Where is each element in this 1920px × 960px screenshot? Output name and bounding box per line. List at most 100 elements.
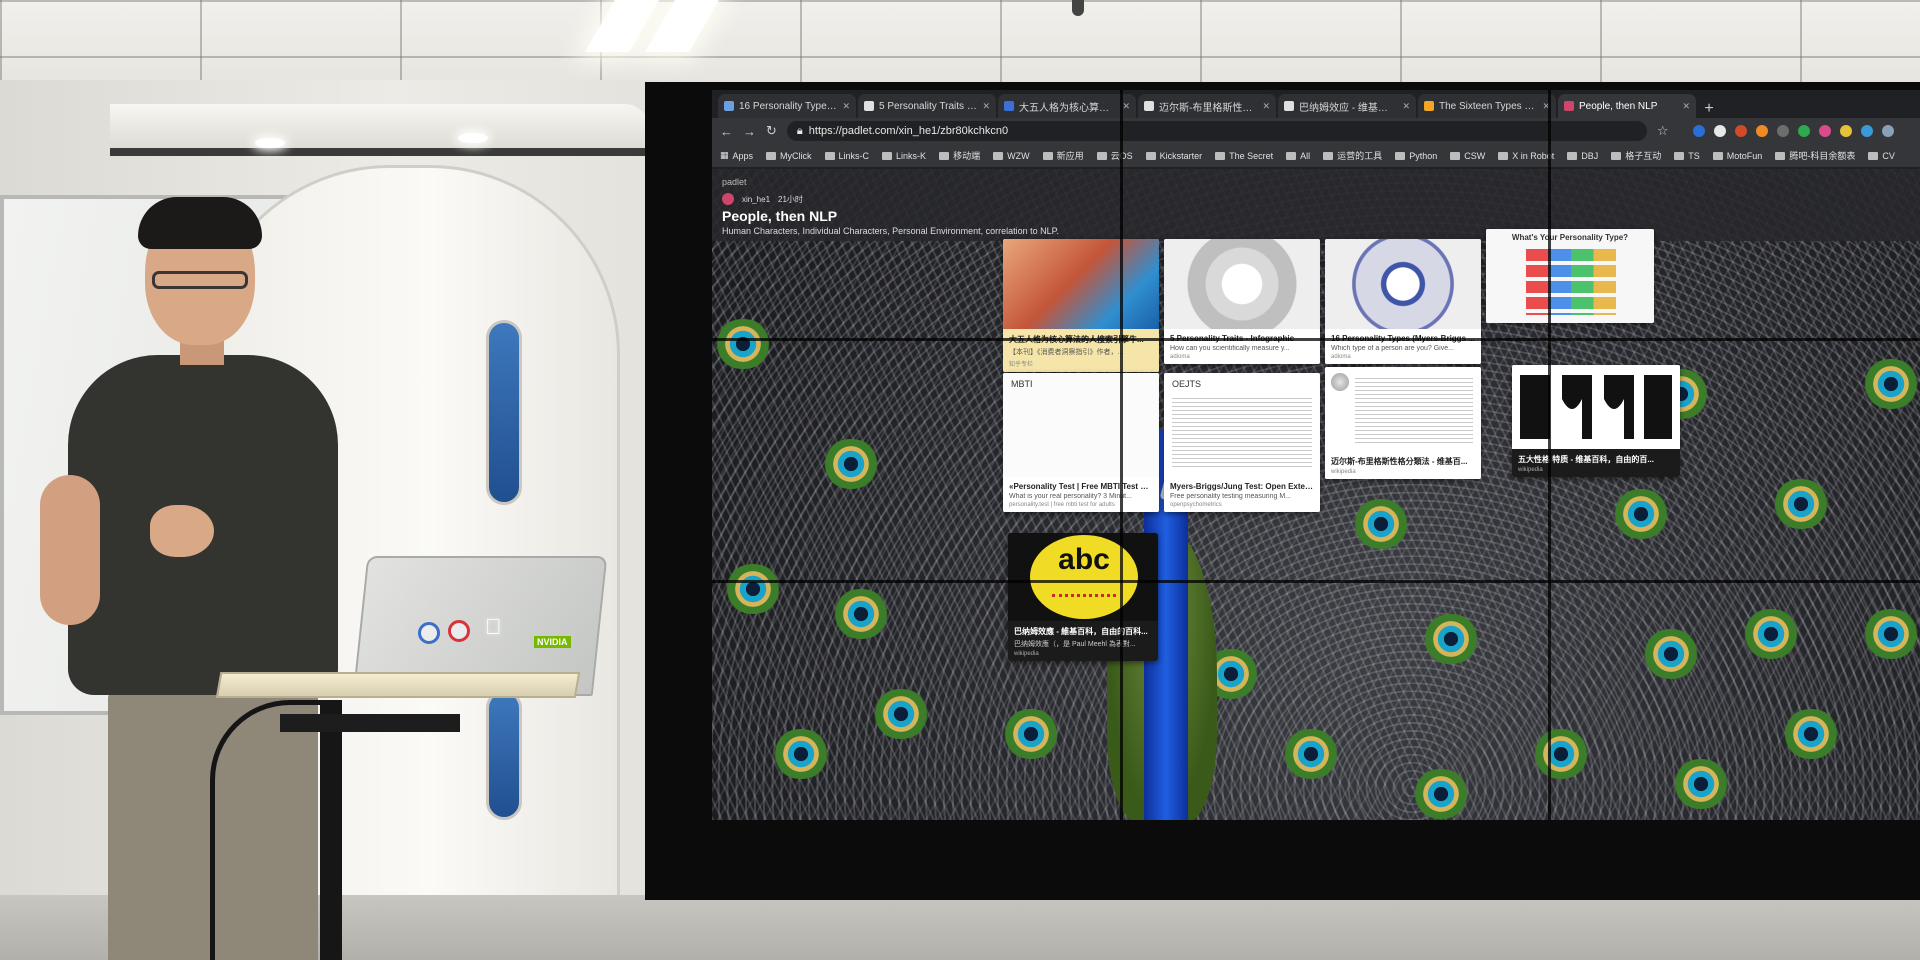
padlet-card[interactable]: 大五人格为核心算法的人搜索引擎牛... 【本刊】《消费者洞察指引》作者，... … <box>1003 239 1159 372</box>
bookmark-item[interactable]: TS <box>1674 151 1700 161</box>
bookmark-item[interactable]: 运营的工具 <box>1323 149 1382 162</box>
display-panel-seam <box>1120 90 1123 820</box>
blue-slot-window <box>486 320 522 505</box>
bookmark-item[interactable]: 腾吧-科目余额表 <box>1775 149 1855 162</box>
folder-icon <box>1145 151 1156 160</box>
tab[interactable]: 巴纳姆效应 - 维基百科，自由的✕ <box>1278 94 1416 118</box>
wavy-mouth-icon <box>1052 587 1116 597</box>
glasses <box>152 271 248 289</box>
author-name[interactable]: xin_he1 <box>742 195 770 204</box>
feather-eye <box>714 319 772 369</box>
card-description: Which type of a person are you? Give... <box>1331 345 1454 352</box>
apple-logo-icon:  <box>485 614 502 640</box>
forward-arrow-icon[interactable]: → <box>743 124 756 139</box>
bookmark-item[interactable]: Links-K <box>882 151 926 161</box>
tab[interactable]: 5 Personality Traits - Infographic✕ <box>858 94 996 118</box>
padlet-card[interactable]: What's Your Personality Type? <box>1486 229 1654 323</box>
back-arrow-icon[interactable]: ← <box>720 124 733 139</box>
padlet-card[interactable]: 16 Personality Types (Myers-Briggs ... W… <box>1325 239 1481 364</box>
display-panel-seam <box>1548 90 1551 820</box>
tab[interactable]: 16 Personality Types (Myers-B✕ <box>718 94 856 118</box>
extension-icon[interactable] <box>1839 125 1852 137</box>
bookmark-item[interactable]: 格子互动 <box>1611 149 1661 162</box>
tab[interactable]: 迈尔斯-布里格斯性格分类法 - 维✕ <box>1138 94 1276 118</box>
extension-icon[interactable] <box>1692 125 1705 137</box>
ceiling-soffit <box>110 104 650 156</box>
card-image: MBTI <box>1003 373 1159 477</box>
address-bar[interactable]: 🔒︎ https://padlet.com/xin_he1/zbr80kchkc… <box>786 121 1647 141</box>
extension-icon[interactable] <box>1881 125 1894 137</box>
tab[interactable]: The Sixteen Types at a Glance✕ <box>1418 94 1556 118</box>
card-description: 巴纳姆效應（，是 Paul Meehl 為表對... <box>1014 641 1136 648</box>
tab-strip: 16 Personality Types (Myers-B✕ 5 Persona… <box>712 90 1920 118</box>
new-tab-icon[interactable]: + <box>1698 100 1720 118</box>
downlight <box>458 133 488 143</box>
card-source: openpsychometrics <box>1170 502 1222 508</box>
reload-icon[interactable]: ↻ <box>766 123 777 139</box>
bookmark-item[interactable]: The Secret <box>1215 151 1273 161</box>
bookmark-item[interactable]: 移动端 <box>939 149 980 162</box>
feather-eye <box>1782 709 1840 759</box>
author-row: xin_he1 21小时 <box>722 193 1910 205</box>
avatar[interactable] <box>722 193 734 205</box>
laptop-sticker <box>448 620 470 642</box>
address-bar-url: https://padlet.com/xin_he1/zbr80kchkcn0 <box>808 125 1009 137</box>
close-icon[interactable]: ✕ <box>982 101 990 112</box>
extension-icon[interactable] <box>1734 125 1747 137</box>
close-icon[interactable]: ✕ <box>1262 101 1270 112</box>
folder-icon <box>1215 151 1226 160</box>
padlet-card[interactable]: 迈尔斯-布里格斯性格分類法 - 维基百... wikipedia <box>1325 367 1481 479</box>
bookmark-item[interactable]: MotoFun <box>1712 151 1762 161</box>
padlet-card[interactable]: OEJTS Myers-Briggs/Jung Test: Open Exten… <box>1164 373 1320 512</box>
tab-favicon-icon <box>1284 101 1294 111</box>
padlet-card[interactable]: MBTI «Personality Test | Free MBTI Test … <box>1003 373 1159 512</box>
bookmark-item[interactable]: 新应用 <box>1042 149 1084 162</box>
extension-icon[interactable] <box>1860 125 1873 137</box>
folder-icon <box>1450 151 1461 160</box>
card-title: Myers-Briggs/Jung Test: Open Exten... <box>1170 482 1314 491</box>
close-icon[interactable]: ✕ <box>842 101 850 112</box>
bookmark-item[interactable]: MyClick <box>766 151 812 161</box>
bookmark-item[interactable]: DBJ <box>1567 151 1598 161</box>
padlet-card[interactable]: 5 Personality Traits - Infographic How c… <box>1164 239 1320 364</box>
close-icon[interactable]: ✕ <box>1122 101 1130 112</box>
extension-icon[interactable] <box>1797 125 1810 137</box>
bookmark-item[interactable]: ▦ Apps <box>720 150 753 161</box>
feather-eye <box>1772 479 1830 529</box>
tab-active[interactable]: People, then NLP ✕ <box>1558 94 1696 118</box>
star-icon[interactable]: ☆ <box>1657 123 1669 139</box>
bookmark-item[interactable]: WZW <box>993 151 1030 161</box>
folder-icon <box>939 151 950 160</box>
card-description: What is your real personality? 3 Minut..… <box>1009 493 1132 500</box>
bookmark-item[interactable]: X in Robot <box>1498 151 1554 161</box>
bookmark-item[interactable]: CSW <box>1450 151 1485 161</box>
extension-icon[interactable] <box>1818 125 1831 137</box>
padlet-logo[interactable]: padlet <box>722 177 1910 187</box>
bookmark-item[interactable]: Links-C <box>824 151 869 161</box>
card-source: adioma <box>1170 354 1190 360</box>
padlet-card[interactable]: 五大性格 特质 - 维基百科，自由的百... wikipedia <box>1512 365 1680 477</box>
feather-eye <box>1642 629 1700 679</box>
bookmark-item[interactable]: 云OS <box>1096 149 1133 162</box>
bookmark-item[interactable]: Python <box>1395 151 1437 161</box>
card-description: Free personality testing measuring M... <box>1170 493 1291 500</box>
padlet-board: padlet xin_he1 21小时 People, then NLP Hum… <box>712 169 1920 820</box>
tab[interactable]: 大五人格为核心算法的人搜索引擎✕ <box>998 94 1136 118</box>
tab-favicon-icon <box>1004 101 1014 111</box>
presenter-hair <box>138 197 262 249</box>
extension-icons <box>1692 125 1894 137</box>
ceiling-sensor <box>1072 0 1084 16</box>
padlet-card[interactable]: abc 巴纳姆效應 - 維基百科，自由的百科... 巴纳姆效應（，是 Paul … <box>1008 533 1158 661</box>
close-icon[interactable]: ✕ <box>1402 101 1410 112</box>
blue-slot-window <box>486 690 522 820</box>
extension-icon[interactable] <box>1755 125 1768 137</box>
bookmark-item[interactable]: All <box>1286 151 1310 161</box>
feather-eye <box>822 439 880 489</box>
close-icon[interactable]: ✕ <box>1682 101 1690 112</box>
bookmark-item[interactable]: CV <box>1868 151 1895 161</box>
bookmark-item[interactable]: Kickstarter <box>1145 151 1202 161</box>
presenter-hand <box>150 505 214 557</box>
page-title: People, then NLP <box>722 208 838 224</box>
extension-icon[interactable] <box>1713 125 1726 137</box>
extension-icon[interactable] <box>1776 125 1789 137</box>
